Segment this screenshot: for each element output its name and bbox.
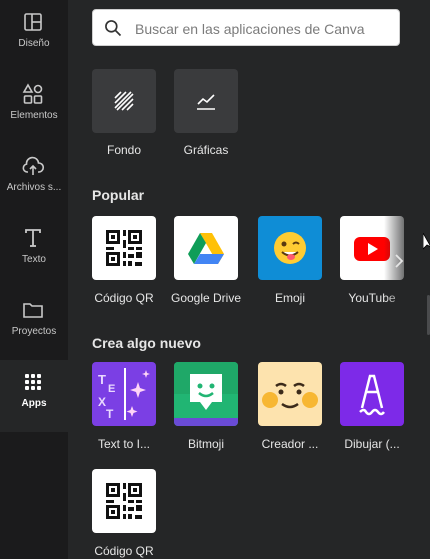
chart-line-icon xyxy=(197,94,215,110)
apps-grid-icon xyxy=(25,374,41,390)
app-label: Creador ... xyxy=(261,437,319,451)
sidebar-item-design[interactable]: Diseño xyxy=(0,0,68,72)
emoji-icon xyxy=(274,232,306,264)
svg-text:E: E xyxy=(108,383,115,395)
draw-icon xyxy=(359,374,385,416)
app-label: Emoji xyxy=(274,291,305,305)
app-character-creator[interactable] xyxy=(258,362,322,426)
app-label: Google Drive xyxy=(170,291,242,305)
sidebar-item-label: Elementos xyxy=(10,110,58,121)
charts-tool-label: Gráficas xyxy=(183,143,229,157)
sidebar-item-label: Proyectos xyxy=(11,326,57,337)
search-icon xyxy=(105,20,122,37)
background-tool-label: Fondo xyxy=(106,143,142,157)
sidebar-item-label: Texto xyxy=(22,254,46,265)
svg-text:X: X xyxy=(98,395,106,409)
app-label: Código QR xyxy=(94,544,154,558)
google-drive-icon xyxy=(188,233,224,264)
layout-icon xyxy=(24,13,42,31)
app-label: Dibujar (... xyxy=(344,437,400,451)
svg-text:T: T xyxy=(106,407,114,421)
sidebar-item-label: Diseño xyxy=(18,38,50,49)
text-icon xyxy=(25,229,41,247)
app-qr-code-2[interactable] xyxy=(92,469,156,533)
shapes-icon xyxy=(22,83,43,104)
search-bar[interactable] xyxy=(92,9,400,46)
background-hatch-icon xyxy=(114,91,134,111)
charts-tool-button[interactable] xyxy=(174,69,238,133)
bitmoji-icon xyxy=(174,362,238,426)
app-label: Bitmoji xyxy=(187,437,224,451)
popular-section-title: Popular xyxy=(92,187,145,203)
character-creator-icon xyxy=(262,382,318,409)
sidebar-item-label: Apps xyxy=(21,398,47,409)
app-emoji[interactable] xyxy=(258,216,322,280)
svg-text:T: T xyxy=(98,372,106,387)
folder-icon xyxy=(23,303,43,318)
chevron-right-icon xyxy=(395,254,404,268)
create-section-title: Crea algo nuevo xyxy=(92,335,201,351)
app-draw[interactable] xyxy=(340,362,404,426)
app-google-drive[interactable] xyxy=(174,216,238,280)
sidebar: Diseño Elementos Archivos s... Texto Pro… xyxy=(0,0,68,559)
sidebar-item-projects[interactable]: Proyectos xyxy=(0,288,68,360)
sidebar-item-text[interactable]: Texto xyxy=(0,216,68,288)
upload-cloud-icon xyxy=(22,156,45,175)
app-text-to-image[interactable]: T E X T xyxy=(92,362,156,426)
qr-code-icon xyxy=(106,230,142,266)
qr-code-icon xyxy=(106,483,142,519)
text-to-image-icon: T E X T xyxy=(98,368,150,421)
app-qr-code[interactable] xyxy=(92,216,156,280)
sidebar-item-elements[interactable]: Elementos xyxy=(0,72,68,144)
app-label: Código QR xyxy=(94,291,154,305)
app-label: Text to I... xyxy=(97,437,151,451)
sidebar-item-label: Archivos s... xyxy=(6,182,62,193)
sidebar-item-uploads[interactable]: Archivos s... xyxy=(0,144,68,216)
background-tool-button[interactable] xyxy=(92,69,156,133)
sidebar-item-apps[interactable]: Apps xyxy=(0,360,68,432)
mouse-pointer-icon xyxy=(423,233,430,250)
search-input[interactable] xyxy=(133,17,397,41)
app-bitmoji[interactable] xyxy=(174,362,238,426)
apps-panel: Fondo Gráficas Popular Código QR xyxy=(68,0,430,559)
carousel-next-button[interactable] xyxy=(386,248,412,274)
